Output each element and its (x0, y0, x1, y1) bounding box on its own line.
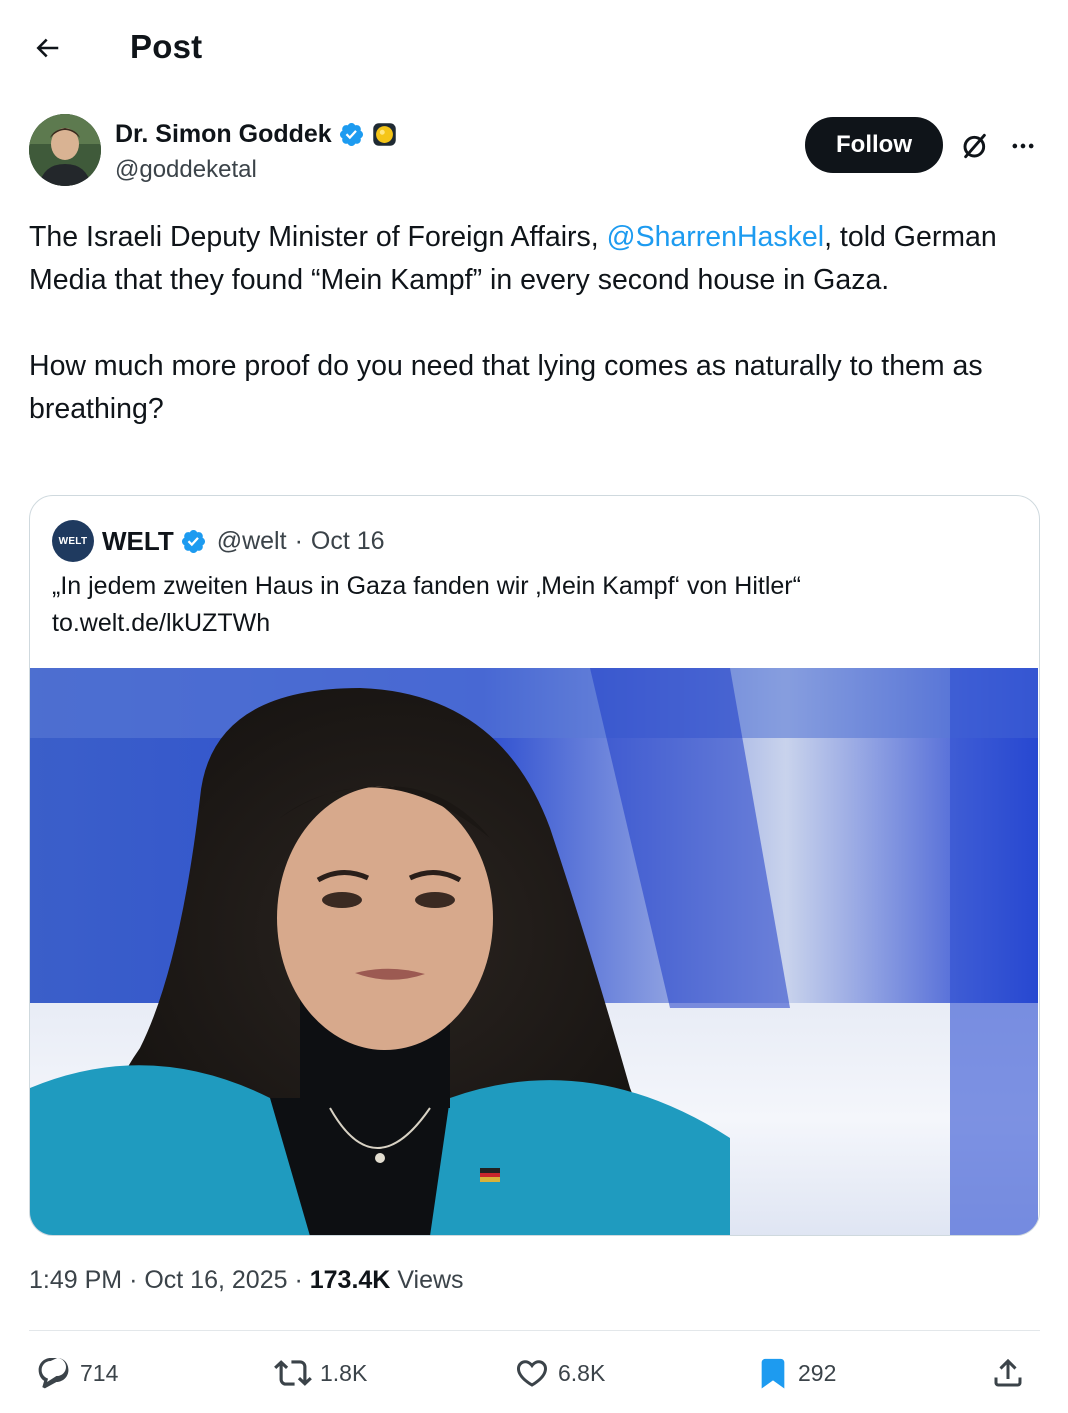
author-name[interactable]: Dr. Simon Goddek (115, 120, 398, 149)
reply-icon (38, 1358, 69, 1389)
quoted-date[interactable]: Oct 16 (311, 527, 385, 556)
heart-icon (516, 1360, 548, 1387)
quoted-text: „In jedem zweiten Haus in Gaza fanden wi… (52, 568, 1012, 642)
tweet-paragraph-1: The Israeli Deputy Minister of Foreign A… (29, 221, 997, 296)
reply-count: 714 (80, 1359, 119, 1386)
like-button[interactable]: 6.8K (514, 1345, 605, 1401)
more-options-button[interactable] (1005, 128, 1041, 164)
divider (29, 1330, 1040, 1331)
post-time[interactable]: 1:49 PM (29, 1266, 122, 1294)
bookmark-count: 292 (798, 1359, 837, 1386)
verified-badge-icon (181, 529, 205, 553)
bookmark-button[interactable]: 292 (756, 1345, 836, 1401)
back-button[interactable] (26, 27, 68, 69)
quoted-separator: · (294, 526, 303, 555)
quoted-avatar[interactable]: WELT (52, 520, 94, 562)
author-handle[interactable]: @goddeketal (115, 156, 257, 184)
verified-badge-icon (339, 122, 363, 147)
top-bar: Post (0, 0, 1068, 96)
quoted-link[interactable]: to.welt.de/lkUZTWh (52, 605, 1012, 642)
bookmark-filled-icon (761, 1358, 785, 1389)
avatar[interactable] (29, 114, 101, 186)
views-label: Views (397, 1266, 464, 1294)
mention-link[interactable]: @SharrenHaskel (607, 221, 824, 253)
like-count: 6.8K (558, 1359, 606, 1386)
repost-count: 1.8K (320, 1359, 368, 1386)
author-name-text: Dr. Simon Goddek (115, 120, 332, 148)
share-button[interactable] (990, 1345, 1026, 1401)
grok-button[interactable] (957, 128, 993, 164)
emoji-badge-icon (372, 123, 396, 146)
arrow-left-icon (36, 38, 59, 58)
post-date[interactable]: Oct 16, 2025 (144, 1266, 287, 1294)
post-timestamp: 1:49 PM · Oct 16, 2025 · 173.4K Views (29, 1266, 464, 1294)
action-bar: 714 1.8K 6.8K 292 (0, 1345, 1068, 1401)
quoted-post[interactable]: WELT WELT @welt · Oct 16 „In jedem zweit… (29, 495, 1040, 1236)
quoted-author-name[interactable]: WELT (102, 526, 174, 557)
page-title: Post (130, 28, 203, 65)
quoted-handle[interactable]: @welt (217, 527, 287, 556)
follow-button[interactable]: Follow (805, 117, 943, 173)
quoted-media-image[interactable] (30, 668, 1038, 1235)
grok-icon (963, 133, 986, 159)
tweet-text: The Israeli Deputy Minister of Foreign A… (29, 216, 1044, 431)
quoted-post-header: WELT WELT @welt · Oct 16 (52, 520, 385, 562)
repost-icon (274, 1360, 312, 1386)
more-dots-icon (1012, 143, 1034, 149)
share-icon (994, 1358, 1022, 1387)
author-row: Dr. Simon Goddek @goddeketal Follow (29, 114, 1041, 188)
quoted-headline: „In jedem zweiten Haus in Gaza fanden wi… (52, 572, 801, 600)
reply-button[interactable]: 714 (36, 1345, 118, 1401)
tweet-paragraph-2: How much more proof do you need that lyi… (29, 350, 983, 425)
repost-button[interactable]: 1.8K (274, 1345, 367, 1401)
views-count: 173.4K (309, 1266, 391, 1294)
